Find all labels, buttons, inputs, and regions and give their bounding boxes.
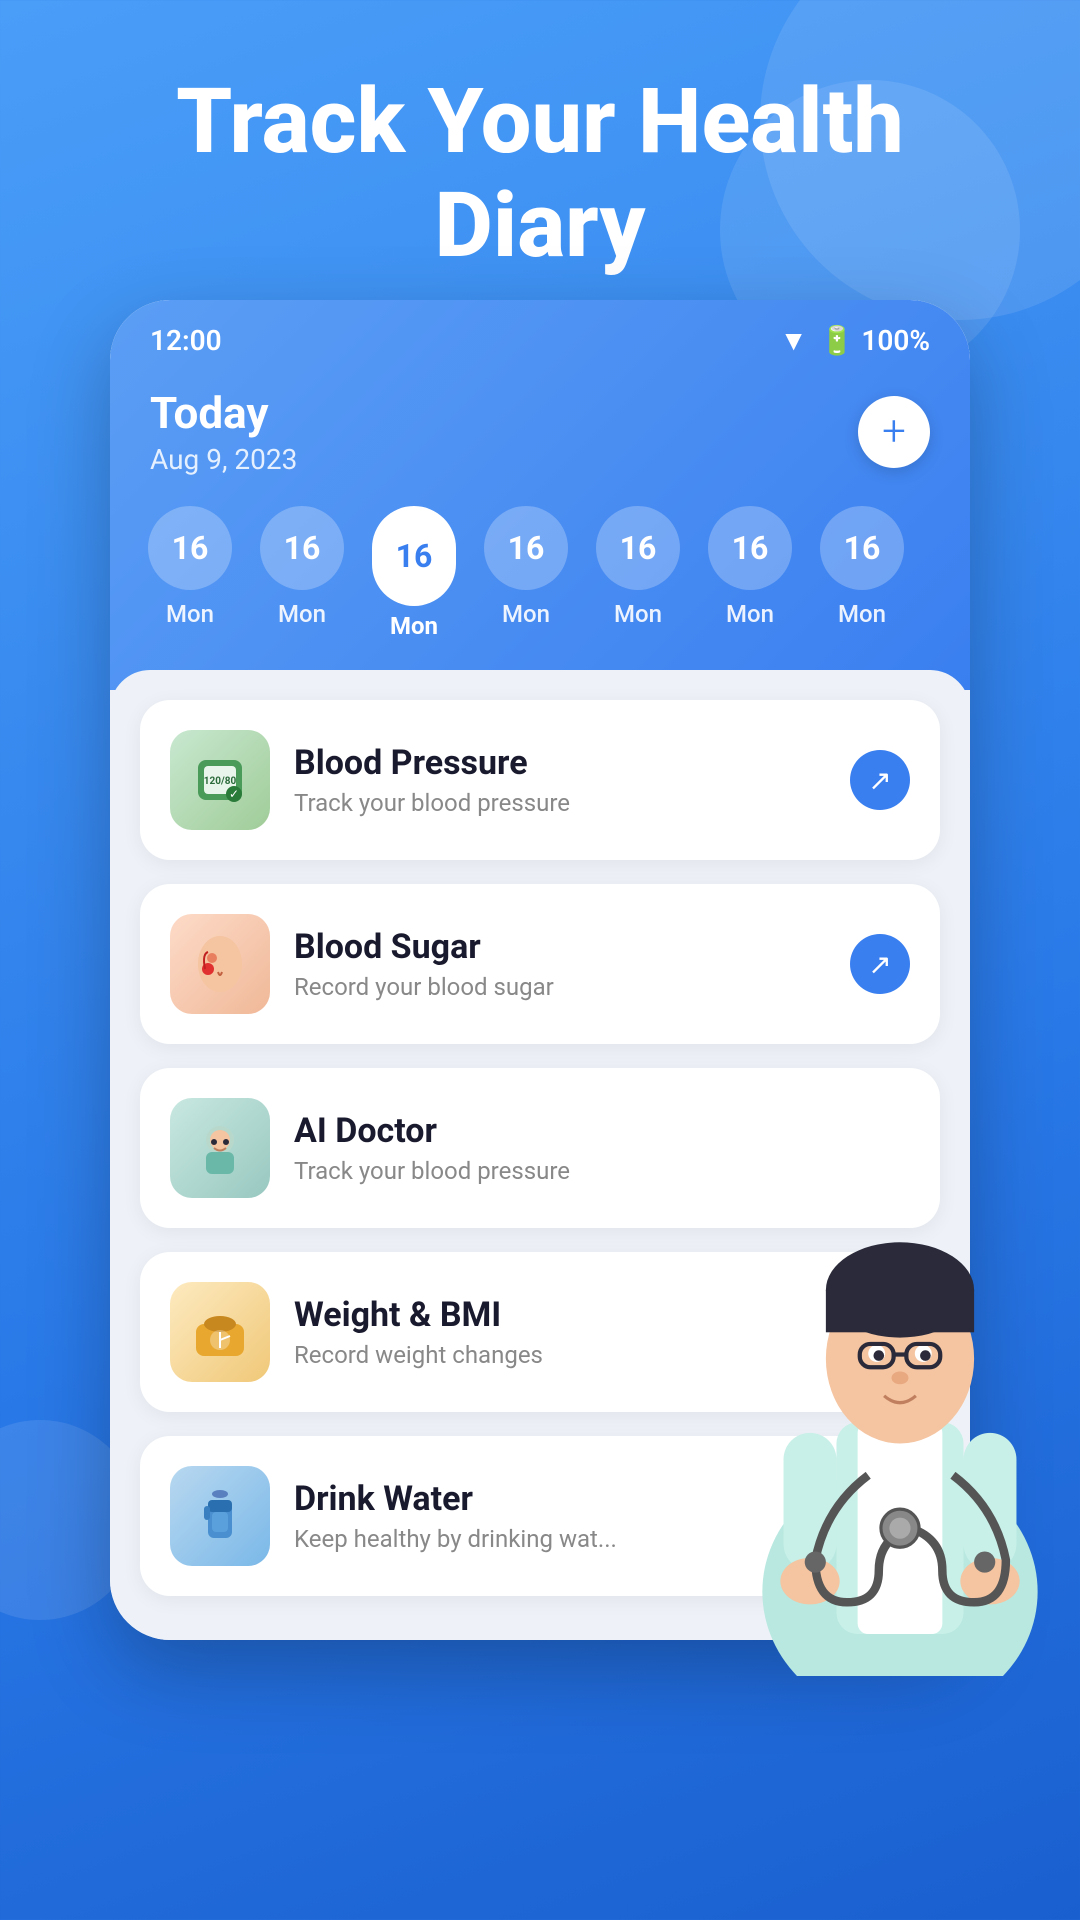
status-right: ▼ 🔋 100% xyxy=(780,324,930,357)
today-date: Aug 9, 2023 xyxy=(150,443,297,476)
blood-sugar-icon xyxy=(170,914,270,1014)
day-label-0: Mon xyxy=(166,600,214,628)
drink-water-icon xyxy=(170,1466,270,1566)
weight-bmi-icon xyxy=(170,1282,270,1382)
blood-sugar-arrow[interactable]: ↗ xyxy=(850,934,910,994)
status-time: 12:00 xyxy=(150,324,222,357)
day-item-4[interactable]: 16 Mon xyxy=(588,506,688,640)
phone-header: 12:00 ▼ 🔋 100% Today Aug 9, 2023 + 16 Mon… xyxy=(110,300,970,690)
day-circle-1: 16 xyxy=(260,506,344,590)
svg-text:120/80: 120/80 xyxy=(204,776,237,787)
day-circle-5: 16 xyxy=(708,506,792,590)
ai-doctor-title: AI Doctor xyxy=(294,1111,910,1151)
day-item-0[interactable]: 16 Mon xyxy=(140,506,240,640)
blood-pressure-text: Blood Pressure Track your blood pressure xyxy=(294,743,826,817)
day-circle-3: 16 xyxy=(484,506,568,590)
day-item-6[interactable]: 16 Mon xyxy=(812,506,912,640)
day-label-5: Mon xyxy=(726,600,774,628)
day-label-2: Mon xyxy=(390,612,438,640)
blood-pressure-arrow[interactable]: ↗ xyxy=(850,750,910,810)
day-label-1: Mon xyxy=(278,600,326,628)
day-circle-0: 16 xyxy=(148,506,232,590)
blood-pressure-title: Blood Pressure xyxy=(294,743,826,783)
day-selector: 16 Mon 16 Mon 16 Mon 16 Mon 16 Mon 16 Mon 16 Mon xyxy=(110,506,970,650)
day-item-2[interactable]: 16 Mon xyxy=(364,506,464,640)
add-button[interactable]: + xyxy=(858,396,930,468)
battery-icon: 🔋 100% xyxy=(820,324,930,357)
blood-sugar-title: Blood Sugar xyxy=(294,927,826,967)
health-card-blood-pressure[interactable]: 120/80 ✓ Blood Pressure Track your blood … xyxy=(140,700,940,860)
ai-doctor-icon xyxy=(170,1098,270,1198)
today-info: Today Aug 9, 2023 xyxy=(150,387,297,476)
day-label-4: Mon xyxy=(614,600,662,628)
status-bar: 12:00 ▼ 🔋 100% xyxy=(110,300,970,367)
day-circle-2: 16 xyxy=(372,506,456,606)
day-item-1[interactable]: 16 Mon xyxy=(252,506,352,640)
blood-sugar-subtitle: Record your blood sugar xyxy=(294,973,826,1001)
doctor-illustration xyxy=(720,1147,1080,1680)
wifi-icon: ▼ xyxy=(780,324,808,357)
day-circle-4: 16 xyxy=(596,506,680,590)
today-label: Today xyxy=(150,387,297,439)
day-item-3[interactable]: 16 Mon xyxy=(476,506,576,640)
day-label-3: Mon xyxy=(502,600,550,628)
health-card-blood-sugar[interactable]: Blood Sugar Record your blood sugar ↗ xyxy=(140,884,940,1044)
day-label-6: Mon xyxy=(838,600,886,628)
blood-sugar-text: Blood Sugar Record your blood sugar xyxy=(294,927,826,1001)
day-circle-6: 16 xyxy=(820,506,904,590)
day-item-5[interactable]: 16 Mon xyxy=(700,506,800,640)
today-header: Today Aug 9, 2023 + xyxy=(110,367,970,506)
svg-text:✓: ✓ xyxy=(229,787,239,801)
blood-pressure-icon: 120/80 ✓ xyxy=(170,730,270,830)
blood-pressure-subtitle: Track your blood pressure xyxy=(294,789,826,817)
